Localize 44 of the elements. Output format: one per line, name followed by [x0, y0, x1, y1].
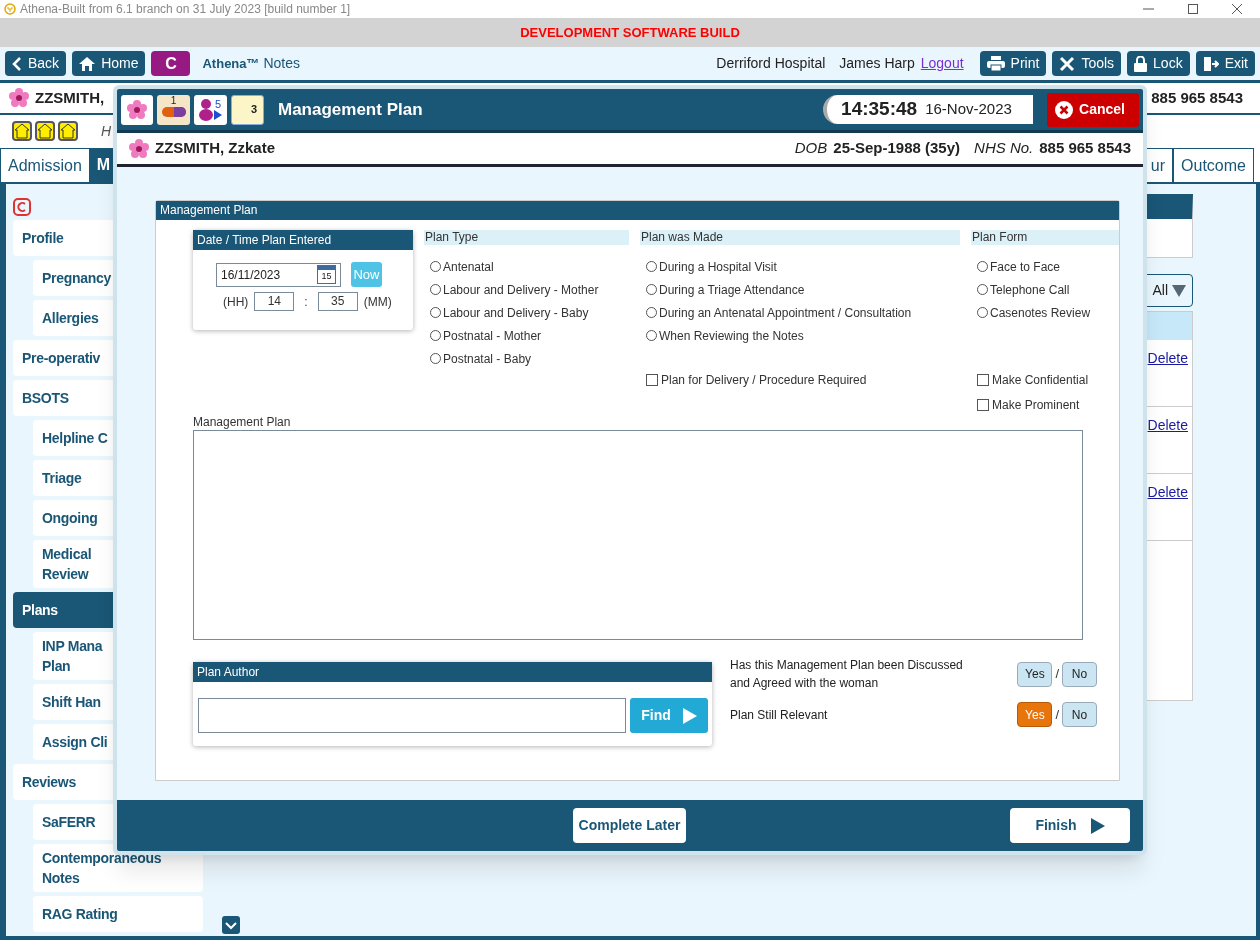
radio-label: During a Hospital Visit: [659, 258, 777, 276]
radio-label: Labour and Delivery - Mother: [443, 281, 599, 299]
app-name: Athena™ Notes: [202, 54, 300, 73]
radio-label: Antenatal: [443, 258, 494, 276]
slash-separator: /: [1055, 665, 1059, 684]
nhs-number: 885 965 8543: [1039, 138, 1131, 159]
checkbox-label: Make Prominent: [992, 396, 1080, 414]
radio-label: During an Antenatal Appointment / Consultation: [659, 304, 912, 322]
dialog-title: Management Plan: [278, 98, 423, 121]
column-heading: Plan Form: [971, 230, 1119, 245]
dob-label: DOB: [794, 138, 828, 159]
question-text: Plan Still Relevant: [730, 706, 829, 724]
question-text: Has this Management Plan been Discussed and Agreed with the woman: [730, 657, 964, 692]
panel-title: Management Plan: [156, 201, 1119, 220]
radio-label: When Reviewing the Notes: [659, 327, 804, 345]
minute-label: (MM): [363, 293, 392, 311]
radio-label: During a Triage Attendance: [659, 281, 805, 299]
radio-label: Face to Face: [990, 258, 1061, 276]
radio-label: Telephone Call: [990, 281, 1070, 299]
user-name: James Harp: [839, 54, 915, 73]
hour-label: (HH): [223, 293, 249, 311]
radio-label: Casenotes Review: [990, 304, 1091, 322]
radio-label: Postnatal - Baby: [443, 350, 532, 368]
column-heading: Plan Type: [424, 230, 629, 245]
hospital-name: Derriford Hospital: [716, 54, 826, 73]
nhs-label: NHS No.: [974, 138, 1034, 159]
patient-name: ZZSMITH,: [35, 87, 105, 108]
clock-display: 14:35:48 16-Nov-2023: [823, 95, 1034, 124]
column-heading: Plan was Made: [640, 230, 960, 245]
date-of-birth: 25-Sep-1988 (35y): [833, 138, 961, 159]
banner-text: DEVELOPMENT SOFTWARE BUILD: [520, 23, 740, 42]
nhs-number: 885 965 8543: [1151, 87, 1243, 108]
time-separator: :: [304, 293, 308, 311]
patient-name: ZZSMITH, Zzkate: [155, 138, 275, 159]
card-title: Plan Author: [193, 662, 712, 682]
checkbox-label: Plan for Delivery / Procedure Required: [661, 371, 867, 389]
window-title: Athena-Built from 6.1 branch on 31 July 2023 [build number 1]: [20, 1, 351, 18]
checkbox-label: Make Confidential: [992, 371, 1089, 389]
slash-separator: /: [1055, 705, 1059, 724]
field-label: Management Plan: [193, 414, 292, 430]
radio-label: Labour and Delivery - Baby: [443, 304, 589, 322]
alert-text: H: [101, 121, 112, 141]
card-title: Date / Time Plan Entered: [193, 230, 413, 250]
radio-label: Postnatal - Mother: [443, 327, 542, 345]
